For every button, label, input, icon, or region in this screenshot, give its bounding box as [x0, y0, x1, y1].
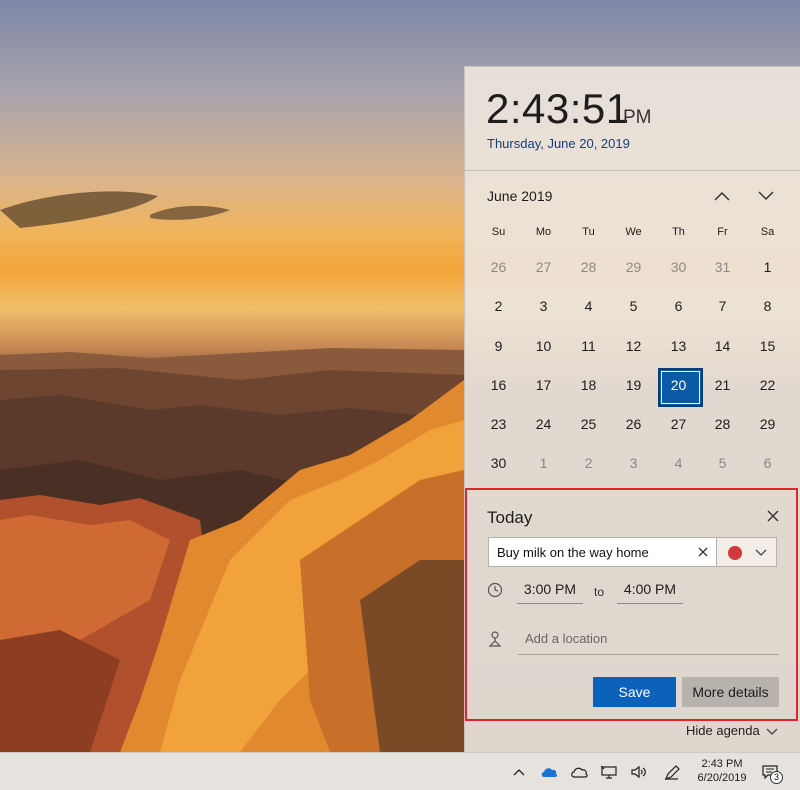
calendar-day[interactable]: 27	[656, 405, 701, 444]
taskbar-time: 2:43 PM	[701, 758, 743, 770]
calendar-day[interactable]: 22	[745, 366, 790, 405]
show-hidden-icons-button[interactable]	[508, 753, 530, 790]
taskbar-clock[interactable]: 2:43 PM 6/20/2019	[696, 757, 748, 785]
calendar-day[interactable]: 28	[700, 405, 745, 444]
calendar-day[interactable]: 15	[745, 327, 790, 366]
calendar-day[interactable]: 10	[521, 327, 566, 366]
calendar-day[interactable]: 19	[611, 366, 656, 405]
calendar-day-grid: 26 27 28 29 30 31 1 2 3 4 5 6 7 8 9 10 11 12 13 14 15 16 17 18 1…	[465, 67, 800, 487]
calendar-day[interactable]: 1	[521, 444, 566, 483]
calendar-day[interactable]: 2	[476, 287, 521, 326]
to-label: to	[594, 585, 605, 599]
calendar-day[interactable]: 1	[745, 248, 790, 287]
cloud-icon	[571, 767, 588, 778]
calendar-day[interactable]: 26	[611, 405, 656, 444]
calendar-day[interactable]: 26	[476, 248, 521, 287]
location-icon	[488, 631, 502, 647]
calendar-day[interactable]: 4	[656, 444, 701, 483]
calendar-day[interactable]: 6	[745, 444, 790, 483]
pen-workspace-button[interactable]	[660, 753, 684, 790]
volume-icon	[631, 765, 646, 779]
event-name-input[interactable]: Buy milk on the way home	[488, 537, 717, 567]
calendar-day[interactable]: 23	[476, 405, 521, 444]
calendar-day[interactable]: 11	[566, 327, 611, 366]
save-button[interactable]: Save	[593, 677, 676, 707]
close-icon[interactable]	[763, 506, 783, 526]
start-time-picker[interactable]: 3:00 PM	[517, 578, 583, 604]
chevron-up-icon	[513, 769, 525, 776]
calendar-day[interactable]: 13	[656, 327, 701, 366]
more-details-button[interactable]: More details	[682, 677, 779, 707]
clock-icon	[487, 582, 503, 598]
calendar-day[interactable]: 2	[566, 444, 611, 483]
calendar-day[interactable]: 14	[700, 327, 745, 366]
calendar-day[interactable]: 16	[476, 366, 521, 405]
location-input[interactable]: Add a location	[518, 628, 779, 655]
calendar-day-selected[interactable]: 20	[656, 366, 703, 407]
calendar-day[interactable]: 30	[656, 248, 701, 287]
calendar-day[interactable]: 6	[656, 287, 701, 326]
event-name-text: Buy milk on the way home	[497, 545, 649, 560]
color-swatch	[728, 546, 742, 560]
chevron-down-icon[interactable]	[766, 728, 778, 736]
taskbar: 2:43 PM 6/20/2019	[0, 752, 800, 790]
onedrive-icon	[541, 768, 558, 777]
calendar-day[interactable]: 12	[611, 327, 656, 366]
calendar-day[interactable]: 29	[611, 248, 656, 287]
calendar-day[interactable]: 30	[476, 444, 521, 483]
end-time-picker[interactable]: 4:00 PM	[617, 578, 683, 604]
calendar-day[interactable]: 3	[521, 287, 566, 326]
taskbar-date: 6/20/2019	[697, 772, 747, 784]
calendar-day[interactable]: 28	[566, 248, 611, 287]
calendar-day[interactable]: 27	[521, 248, 566, 287]
cloud-tray-button[interactable]	[567, 753, 591, 790]
calendar-day[interactable]: 18	[566, 366, 611, 405]
clear-text-icon[interactable]	[696, 545, 710, 559]
agenda-panel: Today Buy milk on the way home 3:00 PM t…	[465, 488, 798, 721]
calendar-day[interactable]: 25	[566, 405, 611, 444]
agenda-title: Today	[487, 508, 533, 527]
calendar-day[interactable]: 5	[611, 287, 656, 326]
calendar-day[interactable]: 3	[611, 444, 656, 483]
volume-tray-button[interactable]	[627, 753, 651, 790]
pen-icon	[664, 765, 680, 780]
network-tray-button[interactable]	[597, 753, 621, 790]
hide-agenda-button[interactable]: Hide agenda	[686, 723, 760, 738]
calendar-day[interactable]: 7	[700, 287, 745, 326]
calendar-day[interactable]: 17	[521, 366, 566, 405]
event-color-dropdown[interactable]	[717, 537, 777, 567]
network-icon	[600, 765, 617, 779]
calendar-day[interactable]: 29	[745, 405, 790, 444]
calendar-day[interactable]: 21	[700, 366, 745, 405]
calendar-day[interactable]: 31	[700, 248, 745, 287]
onedrive-tray-button[interactable]	[537, 753, 561, 790]
calendar-day[interactable]: 9	[476, 327, 521, 366]
calendar-day[interactable]: 24	[521, 405, 566, 444]
calendar-day[interactable]: 4	[566, 287, 611, 326]
calendar-day[interactable]: 5	[700, 444, 745, 483]
notification-count-badge: 3	[770, 771, 783, 784]
calendar-day[interactable]: 8	[745, 287, 790, 326]
chevron-down-icon	[755, 549, 767, 556]
